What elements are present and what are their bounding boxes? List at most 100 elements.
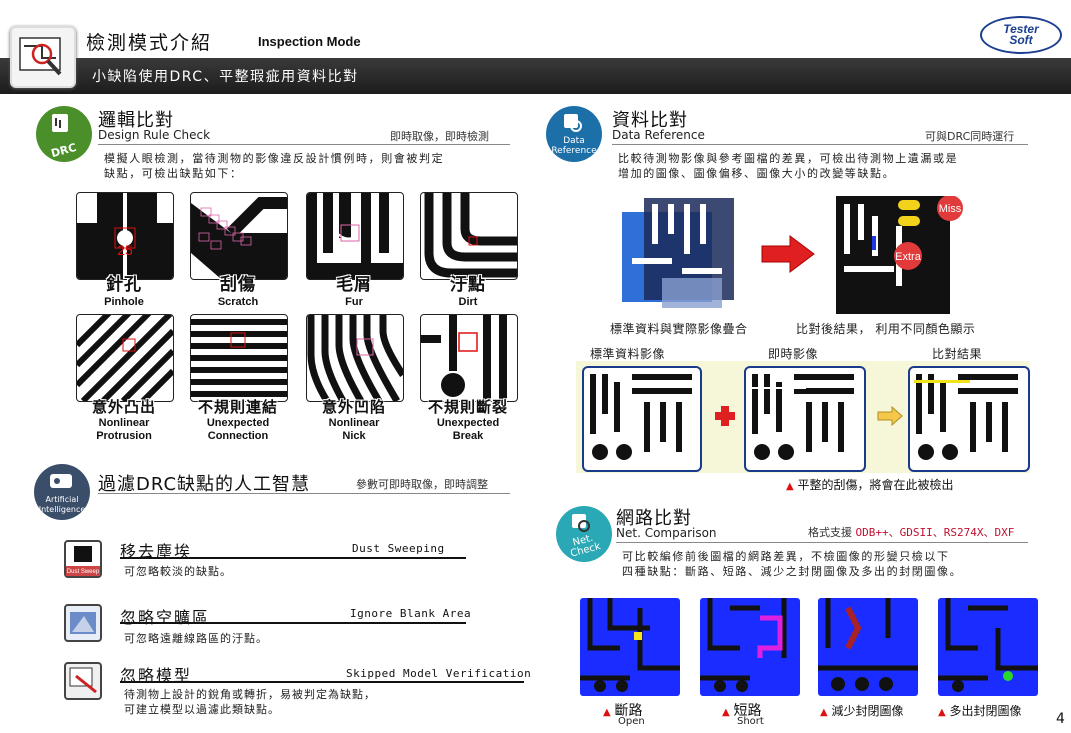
result-pcb-image xyxy=(908,366,1030,472)
defect-en1-nick: Nonlinear xyxy=(328,417,380,429)
ai-badge-line1: Artificial xyxy=(45,495,79,504)
net-badge: Net. Check xyxy=(556,506,612,562)
yellow-arrow-icon xyxy=(877,406,903,426)
defect-en2-nick: Nick xyxy=(342,430,366,442)
net-caption-reduce-zh: 減少封閉圖像 xyxy=(831,704,904,718)
dataref-footnote-text: 平整的刮傷，將會在此被檢出 xyxy=(797,478,954,492)
dataref-desc-line1: 比較待測物影像與參考圖檔的差異，可檢出待測物上遺漏或是 xyxy=(618,152,959,165)
ai-note: 參數可即時取像，即時調整 xyxy=(356,478,488,491)
drc-note: 即時取像，即時檢測 xyxy=(390,130,489,143)
blank-area-icon xyxy=(64,604,102,642)
nick-image xyxy=(306,314,404,402)
header-bar-text: 小缺陷使用DRC、平整瑕疵用資料比對 xyxy=(92,69,359,85)
triangle-icon: ▲ xyxy=(938,707,946,718)
drc-desc-line2: 缺點，可檢出缺點如下： xyxy=(104,167,243,180)
triangle-icon: ▲ xyxy=(603,707,611,718)
page-number: 4 xyxy=(1056,711,1065,727)
inspection-icon xyxy=(10,26,76,88)
plus-icon xyxy=(715,406,735,426)
caption-overlay: 標準資料與實際影像疊合 xyxy=(610,322,748,336)
result-image: Miss Extra xyxy=(836,195,968,314)
defect-en2-protrusion: Protrusion xyxy=(96,430,152,442)
miss-label: Miss xyxy=(939,203,962,215)
net-desc-line2: 四種缺點：斷路、短路、減少之封閉圖像及多出的封閉圖像。 xyxy=(622,565,963,578)
dataref-badge-icon xyxy=(564,114,582,132)
defect-zh-pinhole: 針孔 xyxy=(106,275,142,295)
defect-en2-break: Break xyxy=(452,430,484,442)
dataref-badge-line1: Data xyxy=(563,136,585,146)
label-standard-image: 標準資料影像 xyxy=(590,347,666,361)
fur-image xyxy=(306,192,404,280)
dust-sweep-icon-label: Dust Sweep xyxy=(67,569,100,575)
pinhole-image: 25 xyxy=(76,192,174,280)
dataref-note: 可與DRC同時運行 xyxy=(925,130,1015,143)
dataref-desc-line2: 增加的圖像、圖像偏移、圖像大小的改變等缺點。 xyxy=(618,167,896,180)
drc-title-en: Design Rule Check xyxy=(98,128,211,142)
defect-zh-dirt: 汙點 xyxy=(450,275,486,295)
ai-item-desc1-model: 待測物上設計的銳角或轉折，易被判定為缺點， xyxy=(124,688,376,701)
defect-zh-break: 不規則斷裂 xyxy=(427,398,508,416)
protrusion-image xyxy=(76,314,174,402)
defect-zh-protrusion: 意外凸出 xyxy=(91,398,156,416)
page-subtitle: Inspection Mode xyxy=(258,34,361,49)
caption-result: 比對後結果， 利用不同顏色顯示 xyxy=(796,322,976,336)
live-pcb-image xyxy=(744,366,866,472)
red-arrow-icon xyxy=(761,235,815,273)
drc-badge-label: DRC xyxy=(49,140,78,161)
dataref-badge: Data Reference xyxy=(546,106,602,162)
ai-badge: Artificial Intelligence xyxy=(34,464,90,520)
ai-item-en-dust: Dust Sweeping xyxy=(352,542,445,555)
brand-logo: Tester Soft xyxy=(980,16,1062,54)
ai-item-en-model: Skipped Model Verification xyxy=(346,667,532,680)
pinhole-number: 25 xyxy=(117,242,133,258)
dirt-image xyxy=(420,192,518,280)
ai-badge-icon xyxy=(50,474,72,488)
defect-zh-nick: 意外凹陷 xyxy=(321,398,386,416)
net-badge-icon xyxy=(572,514,590,532)
ai-item-en-blank: Ignore Blank Area xyxy=(350,607,472,620)
net-title-en: Net. Comparison xyxy=(616,526,717,540)
break-image xyxy=(420,314,518,402)
net-divider xyxy=(616,542,1028,543)
defect-en-fur: Fur xyxy=(345,296,363,308)
dust-sweep-icon: Dust Sweep xyxy=(64,540,102,578)
net-desc-line1: 可比較編修前後圖檔的網路差異，不檢圖像的形變只檢以下 xyxy=(622,550,950,563)
standard-pcb-image xyxy=(582,366,702,472)
defect-zh-fur: 毛屑 xyxy=(336,275,372,295)
logo-line2: Soft xyxy=(1009,33,1033,47)
scratch-image xyxy=(190,192,288,280)
extra-label: Extra xyxy=(895,251,922,263)
defect-en1-connection: Unexpected xyxy=(206,417,270,429)
ai-item-title-blank: 忽略空曠區 xyxy=(120,608,211,627)
net-note-prefix: 格式支援 xyxy=(808,526,852,539)
net-caption-short-en: Short xyxy=(737,716,764,727)
open-net-image xyxy=(580,598,680,696)
dataref-title-en: Data Reference xyxy=(612,128,705,142)
net-caption-open-en: Open xyxy=(618,716,645,727)
defect-zh-scratch: 刮傷 xyxy=(220,275,256,295)
net-caption-extra-zh: 多出封閉圖像 xyxy=(949,704,1022,718)
net-caption-reduce: ▲ 減少封閉圖像 xyxy=(820,702,904,719)
defect-en-scratch: Scratch xyxy=(217,296,259,308)
short-net-image xyxy=(700,598,800,696)
ai-item-rule-blank xyxy=(120,622,466,624)
defect-en1-break: Unexpected xyxy=(436,417,500,429)
drc-badge: DRC xyxy=(36,106,92,162)
drc-badge-icon xyxy=(52,114,68,132)
label-live-image: 即時影像 xyxy=(768,347,819,361)
net-formats: ODB++、GDSII、RS274X、DXF xyxy=(855,526,1015,539)
page-title: 檢測模式介紹 xyxy=(86,32,213,54)
triangle-icon: ▲ xyxy=(786,481,794,492)
overlay-image xyxy=(622,198,734,314)
ai-item-desc-blank: 可忽略遠離線路區的汙點。 xyxy=(124,632,268,645)
ai-item-desc-dust: 可忽略較淡的缺點。 xyxy=(124,565,232,578)
defect-en-pinhole: Pinhole xyxy=(104,296,144,308)
defect-en2-connection: Connection xyxy=(207,430,269,442)
ai-badge-line2: Intelligence xyxy=(38,505,86,514)
net-caption-extra: ▲ 多出封閉圖像 xyxy=(938,702,1022,719)
triangle-icon: ▲ xyxy=(820,707,828,718)
extra-net-image xyxy=(938,598,1038,696)
label-compare-result: 比對結果 xyxy=(932,347,983,361)
dataref-divider xyxy=(612,144,1028,145)
ai-item-desc2-model: 可建立模型以過濾此類缺點。 xyxy=(124,703,280,716)
